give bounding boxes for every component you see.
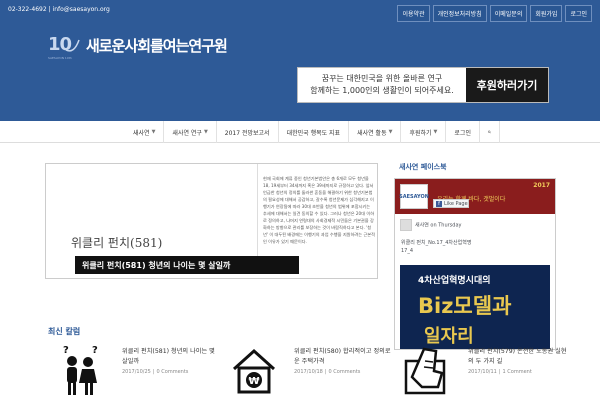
svg-text:?: ? xyxy=(92,345,98,356)
facebook-icon: f xyxy=(436,200,442,207)
slide-caption-link[interactable]: 위클리 펀치(581) 청년의 나이는 몇 살일까 xyxy=(75,256,299,274)
nav-item-activities[interactable]: 새사연 활동 ▼ xyxy=(349,121,402,143)
search-icon xyxy=(488,130,491,134)
column-meta: 2017/10/25 | 0 Comments xyxy=(122,369,189,375)
svg-text:?: ? xyxy=(63,345,69,356)
contact-info: 02-322-4692 | info@saesayon.org xyxy=(8,6,110,13)
fb-post-text: 위클리 펀치_No.17_4차산업혁명 17_4 xyxy=(401,240,472,254)
column-title-link[interactable]: 위클리 펀치(579) 온전한 노동권 실현의 두 가지 길 xyxy=(468,347,568,367)
donate-button[interactable]: 후원하러가기 xyxy=(466,68,548,102)
top-link-login[interactable]: 로그인 xyxy=(565,5,592,22)
main-nav: 새사연 ▼ 새사연 연구 ▼ 2017 전망보고서 대한민국 행복도 지표 새사연 … xyxy=(0,121,600,143)
nav-item-saesayon[interactable]: 새사연 ▼ xyxy=(125,121,165,143)
facebook-widget-title: 새사연 페이스북 xyxy=(399,163,447,171)
top-link-privacy[interactable]: 개인정보처리방침 xyxy=(432,5,487,22)
fb-post-header: 새사연 on Thursday xyxy=(400,219,461,231)
column-item: ₩ 위클리 펀치(580) 합리적이고 정의로운 주택가격 2017/10/18… xyxy=(224,339,394,399)
house-won-icon: ₩ xyxy=(232,348,276,394)
fb-post-image[interactable]: 4차산업혁명시대의 Biz모델과 일자리 xyxy=(400,265,550,349)
nav-item-happiness-index[interactable]: 대한민국 행복도 지표 xyxy=(279,121,350,143)
nav-item-research[interactable]: 새사연 연구 ▼ xyxy=(164,121,217,143)
top-link-signup[interactable]: 회원가입 xyxy=(530,5,563,22)
nav-item-login[interactable]: 로그인 xyxy=(446,121,480,143)
fb-like-page-button[interactable]: f Like Page xyxy=(433,199,469,208)
featured-slider[interactable]: 위클리 펀치(581) 위클리 펀치(581) 청년의 나이는 몇 살일까 현재… xyxy=(45,163,378,279)
nav-item-outlook-2017[interactable]: 2017 전망보고서 xyxy=(217,121,279,143)
fb-page-thumbnail[interactable]: SAESAYON xyxy=(399,184,429,209)
column-item: ? ? 위클리 펀치(581) 청년의 나이는 몇 살일까 2017/10/25… xyxy=(52,339,222,399)
top-link-email[interactable]: 이메일문의 xyxy=(489,5,528,22)
nav-item-donate[interactable]: 후원하기 ▼ xyxy=(401,121,447,143)
people-question-icon: ? ? xyxy=(63,345,98,395)
chevron-down-icon: ▼ xyxy=(388,129,393,135)
column-meta: 2017/10/11 | 1 Comment xyxy=(468,369,532,375)
latest-columns-title: 최신 칼럼 xyxy=(48,327,81,336)
fist-box-icon xyxy=(404,347,446,395)
column-title-link[interactable]: 위클리 펀치(581) 청년의 나이는 몇 살일까 xyxy=(122,347,222,367)
chevron-down-icon: ▼ xyxy=(203,129,208,135)
org-name: 새로운사회를여는연구원 xyxy=(86,36,228,55)
svg-text:₩: ₩ xyxy=(248,376,259,387)
chevron-down-icon: ▼ xyxy=(433,129,438,135)
chevron-down-icon: ▼ xyxy=(151,129,156,135)
top-links: 이용약관 개인정보처리방침 이메일문의 회원가입 로그인 xyxy=(397,5,592,22)
fb-cover-image[interactable]: 2017 우리는,함께 바다, 갯벌이다 SAESAYON f Like Page xyxy=(395,179,555,214)
column-meta: 2017/10/18 | 0 Comments xyxy=(294,369,361,375)
banner-text: 꿈꾸는 대한민국을 위한 올바른 연구 함께하는 1,000인의 생활인이 되어… xyxy=(310,74,454,95)
search-button[interactable] xyxy=(480,121,500,143)
logo-10th-icon: 10 SAESAYON 10th xyxy=(48,34,80,60)
column-title-link[interactable]: 위클리 펀치(580) 합리적이고 정의로운 주택가격 xyxy=(294,347,394,367)
site-logo[interactable]: 10 SAESAYON 10th 새로운사회를여는연구원 xyxy=(48,34,228,60)
slide-title: 위클리 펀치(581) xyxy=(71,236,163,250)
donation-banner[interactable]: 꿈꾸는 대한민국을 위한 올바른 연구 함께하는 1,000인의 생활인이 되어… xyxy=(297,67,549,103)
column-item: 위클리 펀치(579) 온전한 노동권 실현의 두 가지 길 2017/10/1… xyxy=(398,339,568,399)
facebook-widget[interactable]: 2017 우리는,함께 바다, 갯벌이다 SAESAYON f Like Page… xyxy=(394,178,556,350)
avatar xyxy=(400,219,412,231)
slide-excerpt: 현재 국회에 계류 중인 청년기본법안은 총 6개로 모두 청년을 18, 19… xyxy=(263,176,375,244)
site-header: 02-322-4692 | info@saesayon.org 이용약관 개인정… xyxy=(0,0,600,121)
top-link-terms[interactable]: 이용약관 xyxy=(397,5,430,22)
